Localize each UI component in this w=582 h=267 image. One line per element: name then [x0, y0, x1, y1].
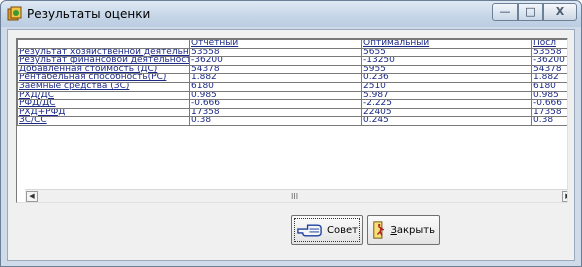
cell-value[interactable]: 6180 — [531, 81, 567, 92]
cell-value[interactable]: 1.882 — [531, 73, 567, 83]
scroll-left-icon[interactable]: ◀ — [26, 191, 38, 202]
cell-value[interactable]: 17358 — [189, 107, 362, 118]
cell-value[interactable]: -0.666 — [531, 99, 567, 109]
advice-button-label: Совет — [327, 224, 358, 236]
cell-value[interactable]: 22405 — [361, 107, 532, 118]
minimize-button[interactable]: — — [492, 3, 518, 21]
cell-value[interactable]: -36200 — [189, 56, 362, 66]
results-grid[interactable]: Отчетный Оптимальный Посл Результат хозя… — [16, 38, 568, 203]
window-title: Результаты оценки — [27, 7, 151, 21]
close-button-label-rest: акрыть — [396, 224, 435, 236]
cell-value[interactable]: 0.236 — [361, 73, 532, 83]
row-label[interactable]: ЗС/СС — [17, 116, 190, 126]
cell-value[interactable]: 5955 — [361, 64, 532, 75]
grid-header-corner — [17, 39, 190, 49]
table-row[interactable]: Результат финансовой деятельности -36200… — [17, 56, 567, 66]
cell-value[interactable]: 17358 — [531, 107, 567, 118]
cell-value[interactable]: 6180 — [189, 81, 362, 92]
cell-value[interactable]: -2.225 — [361, 99, 532, 109]
cell-value[interactable]: 2510 — [361, 81, 532, 92]
table-row[interactable]: Заемные средства (ЗС) 6180 2510 6180 — [17, 81, 567, 92]
cell-value[interactable]: 0.985 — [531, 90, 567, 101]
scroll-right-icon[interactable]: ▶ — [562, 191, 567, 202]
row-label[interactable]: РХД/ДС — [17, 90, 190, 101]
results-table: Отчетный Оптимальный Посл Результат хозя… — [17, 39, 567, 126]
door-exit-icon — [373, 221, 385, 239]
cell-value[interactable]: -0.666 — [189, 99, 362, 109]
row-label[interactable]: РФД/ДС — [17, 99, 190, 109]
cell-value[interactable]: 0.985 — [189, 90, 362, 101]
title-bar[interactable]: Результаты оценки — □ X — [1, 1, 581, 27]
cell-value[interactable]: -13250 — [361, 56, 532, 66]
row-label[interactable]: Заемные средства (ЗС) — [17, 81, 190, 92]
results-window: Результаты оценки — □ X Отчетный Оптимал… — [0, 0, 582, 267]
close-window-button[interactable]: X — [543, 3, 577, 21]
hand-pointing-icon — [297, 224, 322, 237]
close-button[interactable]: Закрыть — [367, 215, 440, 245]
table-row[interactable]: ЗС/СС 0.38 0.245 0.38 — [17, 116, 567, 126]
horizontal-scrollbar[interactable]: ◀ III ▶ — [25, 189, 567, 202]
column-header-optimal[interactable]: Оптимальный — [361, 39, 532, 49]
table-row[interactable]: РХД+РФД 17358 22405 17358 — [17, 107, 567, 118]
cell-value[interactable]: 54378 — [531, 64, 567, 75]
app-icon — [7, 6, 22, 21]
close-button-label: Закрыть — [390, 225, 435, 236]
table-row[interactable]: Рентабельная способность(РС) 1.882 0.236… — [17, 73, 567, 83]
cell-value[interactable]: 53558 — [531, 47, 567, 58]
cell-value[interactable]: 54378 — [189, 64, 362, 75]
column-header-last[interactable]: Посл — [531, 39, 567, 49]
table-row[interactable]: РХД/ДС 0.985 5.987 0.985 — [17, 90, 567, 101]
table-row[interactable]: Результат хозяйственной деятельности 535… — [17, 47, 567, 58]
advice-button[interactable]: Совет — [291, 215, 363, 245]
cell-value[interactable]: 0.245 — [361, 116, 532, 126]
cell-value[interactable]: 5.987 — [361, 90, 532, 101]
row-label[interactable]: Добавленная стоимость (ДС) — [17, 64, 190, 75]
row-label[interactable]: Результат финансовой деятельности — [17, 56, 190, 66]
scroll-thumb-grip-icon[interactable]: III — [291, 192, 298, 202]
grid-header-row: Отчетный Оптимальный Посл — [17, 39, 567, 49]
table-row[interactable]: РФД/ДС -0.666 -2.225 -0.666 — [17, 99, 567, 109]
column-header-reported[interactable]: Отчетный — [189, 39, 362, 49]
table-row[interactable]: Добавленная стоимость (ДС) 54378 5955 54… — [17, 64, 567, 75]
cell-value[interactable]: 1.882 — [189, 73, 362, 83]
row-label[interactable]: РХД+РФД — [17, 107, 190, 118]
row-label[interactable]: Результат хозяйственной деятельности — [17, 47, 190, 58]
cell-value[interactable]: -36200 — [531, 56, 567, 66]
maximize-button[interactable]: □ — [518, 3, 543, 21]
client-area: Отчетный Оптимальный Посл Результат хозя… — [7, 29, 575, 261]
cell-value[interactable]: 0.38 — [189, 116, 362, 126]
row-label[interactable]: Рентабельная способность(РС) — [17, 73, 190, 83]
cell-value[interactable]: 5655 — [361, 47, 532, 58]
cell-value[interactable]: 53558 — [189, 47, 362, 58]
cell-value[interactable]: 0.38 — [531, 116, 567, 126]
